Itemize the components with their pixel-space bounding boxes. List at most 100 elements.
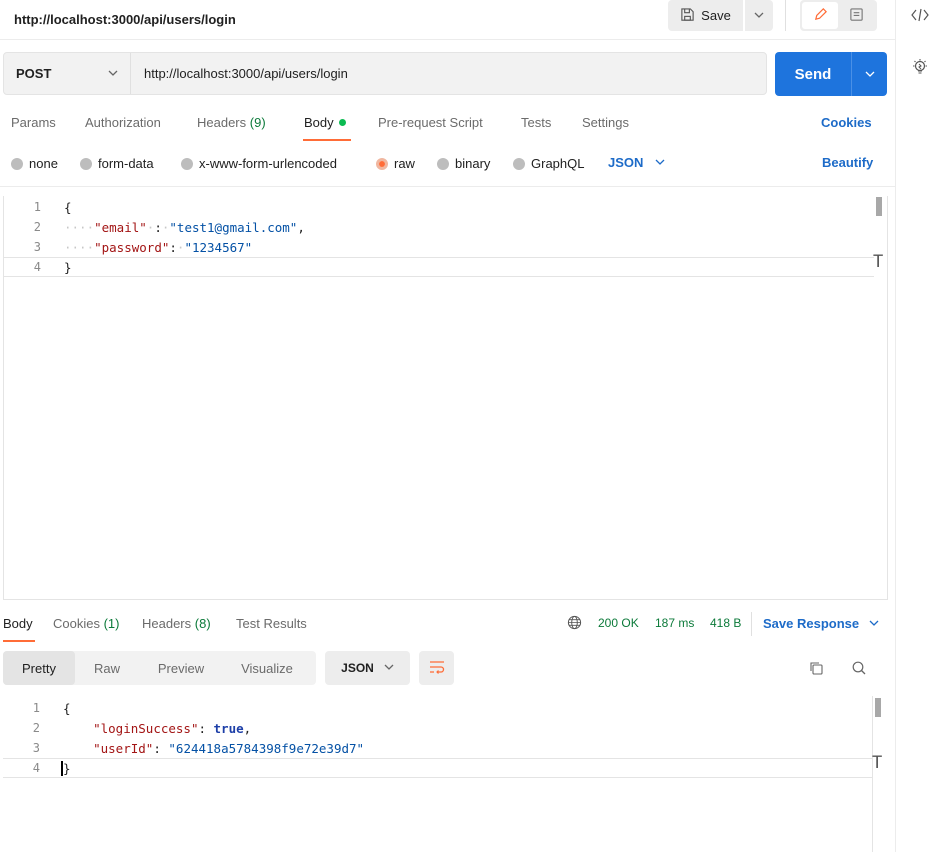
lightbulb-icon[interactable] (910, 57, 930, 77)
chevron-down-icon (754, 8, 764, 23)
active-tab-underline (3, 640, 35, 642)
code-text: ····"email"·:·"test1@gmail.com", (64, 219, 305, 235)
save-icon (680, 7, 695, 25)
line-number: 4 (32, 761, 40, 775)
method-select[interactable]: POST (4, 53, 131, 94)
response-headers-count: (8) (194, 616, 211, 631)
code-icon[interactable] (910, 5, 930, 25)
chevron-down-icon (108, 66, 118, 81)
cookies-link[interactable]: Cookies (821, 115, 872, 130)
divider (785, 0, 786, 31)
method-label: POST (16, 66, 52, 81)
json-value: "624418a5784398f9e72e39d7" (168, 740, 365, 756)
view-preview[interactable]: Preview (139, 651, 223, 685)
save-response-button[interactable]: Save Response (763, 616, 879, 631)
response-headers-label: Headers (142, 616, 192, 631)
radio-urlencoded-label: x-www-form-urlencoded (199, 156, 337, 171)
request-title[interactable]: http://localhost:3000/api/users/login (14, 12, 236, 27)
radio-dot (437, 157, 449, 170)
radio-dot-selected (376, 157, 388, 170)
radio-graphql[interactable]: GraphQL (513, 156, 584, 171)
response-cookies-label: Cookies (53, 616, 100, 631)
radio-dot (513, 157, 525, 170)
divider (751, 612, 752, 636)
request-body-editor[interactable]: 1 { 2 ····"email"·:·"test1@gmail.com", 3… (3, 196, 888, 600)
radio-dot (181, 157, 193, 170)
view-pretty[interactable]: Pretty (3, 651, 75, 685)
response-tab-cookies[interactable]: Cookies (1) (53, 616, 119, 631)
save-button[interactable]: Save (668, 0, 743, 31)
url-input[interactable] (131, 53, 766, 94)
line-number: 3 (33, 240, 41, 254)
view-raw[interactable]: Raw (75, 651, 139, 685)
status-code[interactable]: 200 OK (598, 616, 639, 630)
body-format-select[interactable]: JSON (608, 155, 665, 170)
editor-scrollbar[interactable] (876, 197, 882, 216)
tab-params[interactable]: Params (11, 115, 56, 130)
json-value: true (213, 720, 244, 736)
active-tab-underline (303, 139, 351, 141)
tab-authorization[interactable]: Authorization (85, 115, 161, 130)
json-key: "loginSuccess" (93, 720, 199, 736)
response-tab-test-results[interactable]: Test Results (236, 616, 307, 631)
open-brace: { (64, 199, 72, 215)
editor-line-current: 4 } (4, 257, 874, 277)
cookies-count: (1) (103, 616, 120, 631)
docs-mode-button[interactable] (838, 2, 874, 29)
chevron-down-icon (869, 616, 879, 631)
globe-icon[interactable] (567, 615, 582, 633)
tab-settings[interactable]: Settings (582, 115, 629, 130)
radio-form-data[interactable]: form-data (80, 156, 154, 171)
response-scrollbar[interactable] (875, 698, 881, 717)
radio-raw[interactable]: raw (376, 156, 415, 171)
radio-binary[interactable]: binary (437, 156, 490, 171)
save-options-button[interactable] (745, 0, 773, 31)
view-visualize[interactable]: Visualize (223, 651, 311, 685)
url-bar: POST (3, 52, 767, 95)
json-value: "1234567" (184, 239, 253, 255)
radio-raw-label: raw (394, 156, 415, 171)
send-options-button[interactable] (851, 52, 887, 96)
json-key: "password" (94, 239, 170, 255)
editor-line: 3 "userId": "624418a5784398f9e72e39d7" (3, 738, 873, 758)
response-body-viewer[interactable]: 1 { 2 "loginSuccess": true, 3 "userId": … (3, 696, 882, 852)
search-icon[interactable] (851, 660, 867, 679)
radio-binary-label: binary (455, 156, 491, 171)
response-tab-body[interactable]: Body (3, 616, 33, 631)
radio-none-label: none (29, 156, 58, 171)
wrap-lines-button[interactable] (419, 651, 454, 685)
body-format-label: JSON (608, 155, 644, 170)
send-button[interactable]: Send (775, 52, 851, 96)
code-text: { (64, 200, 72, 215)
save-group: Save (668, 0, 773, 31)
radio-graphql-label: GraphQL (531, 156, 585, 171)
response-size[interactable]: 418 B (710, 616, 741, 630)
response-format-select[interactable]: JSON (325, 651, 410, 685)
save-label: Save (701, 8, 731, 23)
radio-none[interactable]: none (11, 156, 58, 171)
line-number: 3 (32, 741, 40, 755)
radio-urlencoded[interactable]: x-www-form-urlencoded (181, 156, 337, 171)
editor-line: 3 ····"password":·"1234567" (4, 237, 874, 257)
tab-tests[interactable]: Tests (521, 115, 551, 130)
response-time[interactable]: 187 ms (655, 616, 694, 630)
tab-body[interactable]: Body (304, 115, 346, 130)
body-indicator-dot (338, 119, 346, 126)
edit-mode-button[interactable] (802, 2, 838, 29)
request-tabs: Params Authorization Headers (9) Body Pr… (0, 110, 895, 141)
response-tab-headers[interactable]: Headers (8) (142, 616, 211, 631)
tab-pre-request-script[interactable]: Pre-request Script (378, 115, 483, 130)
json-key: "email" (94, 219, 147, 235)
beautify-link[interactable]: Beautify (822, 155, 873, 170)
radio-dot (80, 157, 92, 170)
json-colon: : (154, 219, 162, 235)
send-button-group: Send (775, 52, 887, 96)
code-text: } (64, 260, 72, 275)
divider (0, 186, 895, 187)
copy-icon[interactable] (808, 660, 824, 679)
json-value: "test1@gmail.com" (169, 219, 298, 235)
tab-headers[interactable]: Headers (9) (197, 115, 266, 130)
radio-form-data-label: form-data (98, 156, 154, 171)
code-text: } (61, 760, 71, 776)
response-view-tabs: Pretty Raw Preview Visualize (3, 651, 316, 685)
